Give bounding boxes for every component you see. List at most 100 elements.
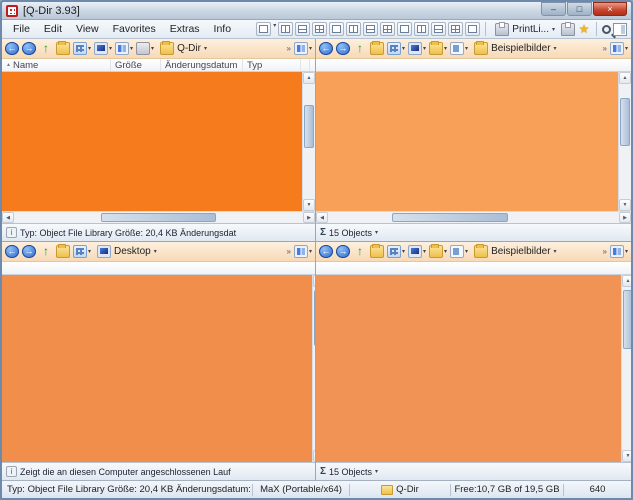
pane2-back-button[interactable]: ← [319,42,333,55]
panel-toggle-icon[interactable] [613,23,627,36]
chevron-down-icon[interactable]: ▾ [273,22,276,36]
pane3-address-dropdown[interactable]: Desktop▾ [94,245,284,258]
menu-item-extras[interactable]: Extras [163,22,207,36]
pane3-pane-selector[interactable]: ▾ [294,245,312,258]
scroll-up-icon[interactable]: ▲ [313,275,315,287]
pane2-folderopen-button[interactable] [370,42,384,55]
pane4-monitor-button[interactable]: ▾ [408,245,426,258]
scrollbar-thumb[interactable] [101,213,217,222]
chevron-down-icon[interactable]: ▾ [375,229,378,236]
pane4-folderopen-button[interactable] [370,245,384,258]
scroll-right-icon[interactable]: ▶ [303,212,315,223]
pane1-pane-selector[interactable]: ▾ [294,42,312,55]
scroll-down-icon[interactable]: ▼ [313,450,315,462]
layout-button[interactable] [448,22,463,36]
scroll-left-icon[interactable]: ◀ [316,212,328,223]
pane4-forward-button[interactable]: → [336,245,350,258]
scroll-up-icon[interactable]: ▲ [303,72,315,84]
layout-button[interactable] [312,22,327,36]
column-header-name[interactable]: ▲Name [2,59,111,71]
toolbar-overflow-icon[interactable]: » [603,44,607,53]
print-list-button[interactable]: PrintLi... ▾ [491,21,559,38]
scrollbar-thumb[interactable] [392,213,508,222]
scroll-down-icon[interactable]: ▼ [619,199,631,211]
pane3-vertical-scrollbar[interactable]: ▲ ▼ [312,275,315,462]
pane1-vertical-scrollbar[interactable]: ▲ ▼ [302,72,315,211]
scrollbar-thumb[interactable] [304,105,314,149]
maximize-button[interactable]: □ [567,2,592,16]
pane4-view-button[interactable]: ▾ [387,245,405,258]
pane1-view-button[interactable]: ▾ [73,42,91,55]
pane1-forward-button[interactable]: → [22,42,36,55]
pane2-files-button[interactable]: ▾ [450,42,468,55]
pane4-files-button[interactable]: ▾ [450,245,468,258]
layout-button[interactable] [278,22,293,36]
menu-item-edit[interactable]: Edit [37,22,69,36]
pane1-address-dropdown[interactable]: Q-Dir▾ [157,42,283,55]
pane2-view-button[interactable]: ▾ [387,42,405,55]
scroll-up-icon[interactable]: ▲ [619,72,631,84]
pane4-object-count[interactable]: 15 Objects [329,467,372,477]
scroll-down-icon[interactable]: ▼ [303,199,315,211]
print-button[interactable] [561,23,575,36]
scroll-left-icon[interactable]: ◀ [2,212,14,223]
pane3-view-button[interactable]: ▾ [73,245,91,258]
menu-item-info[interactable]: Info [207,22,239,36]
pane1-up-button[interactable]: ↑ [39,42,53,55]
layout-button[interactable] [346,22,361,36]
scroll-up-icon[interactable]: ▲ [622,275,631,287]
pane4-up-button[interactable]: ↑ [353,245,367,258]
pane1-pane-button[interactable]: ▾ [115,42,133,55]
layout-button[interactable] [397,22,412,36]
layout-button[interactable] [329,22,344,36]
status-current-folder[interactable]: Q-Dir [350,481,450,498]
toolbar-overflow-icon[interactable]: » [287,247,291,256]
pane1-drive-button[interactable]: ▾ [136,42,154,55]
title-bar[interactable]: [Q-Dir 3.93] – □ × [2,2,631,20]
scrollbar-thumb[interactable] [620,98,630,146]
scrollbar-thumb[interactable] [623,290,631,349]
pane2-horizontal-scrollbar[interactable]: ◀ ▶ [316,211,631,223]
pane1-back-button[interactable]: ← [5,42,19,55]
pane2-folder-button[interactable]: ▾ [429,42,447,55]
pane3-folderopen-button[interactable] [56,245,70,258]
pane4-folder-button[interactable]: ▾ [429,245,447,258]
close-button[interactable]: × [593,2,627,16]
pane1-monitor-button[interactable]: ▾ [94,42,112,55]
pane2-forward-button[interactable]: → [336,42,350,55]
menu-item-favorites[interactable]: Favorites [106,22,163,36]
pane1-folderopen-button[interactable] [56,42,70,55]
pane2-up-button[interactable]: ↑ [353,42,367,55]
layout-button[interactable] [380,22,395,36]
pane2-monitor-button[interactable]: ▾ [408,42,426,55]
pane2-pane-selector[interactable]: ▾ [610,42,628,55]
layout-button[interactable] [465,22,480,36]
layout-button[interactable] [295,22,310,36]
pane3-up-button[interactable]: ↑ [39,245,53,258]
pane4-back-button[interactable]: ← [319,245,333,258]
favorites-star-icon[interactable]: ★ [577,23,591,36]
pane2-address-dropdown[interactable]: Beispielbilder▾ [471,42,599,55]
column-header-typ[interactable]: Typ [243,59,301,71]
scroll-right-icon[interactable]: ▶ [619,212,631,223]
pane1-horizontal-scrollbar[interactable]: ◀ ▶ [2,211,315,223]
layout-button[interactable] [431,22,446,36]
minimize-button[interactable]: – [541,2,566,16]
chevron-down-icon[interactable]: ▾ [375,468,378,475]
menu-item-file[interactable]: File [6,22,37,36]
layout-button[interactable] [414,22,429,36]
layout-button[interactable] [363,22,378,36]
pane2-object-count[interactable]: 15 Objects [329,228,372,238]
toolbar-overflow-icon[interactable]: » [287,44,291,53]
menu-item-view[interactable]: View [69,22,106,36]
scroll-down-icon[interactable]: ▼ [622,450,631,462]
column-header-gre[interactable]: Größe [111,59,161,71]
column-header-nderungsdatum[interactable]: Änderungsdatum [161,59,243,71]
pane3-forward-button[interactable]: → [22,245,36,258]
pane4-address-dropdown[interactable]: Beispielbilder▾ [471,245,599,258]
layout-button[interactable] [256,22,271,36]
search-icon[interactable] [602,25,611,34]
toolbar-overflow-icon[interactable]: » [603,247,607,256]
pane4-pane-selector[interactable]: ▾ [610,245,628,258]
pane2-vertical-scrollbar[interactable]: ▲ ▼ [618,72,631,211]
